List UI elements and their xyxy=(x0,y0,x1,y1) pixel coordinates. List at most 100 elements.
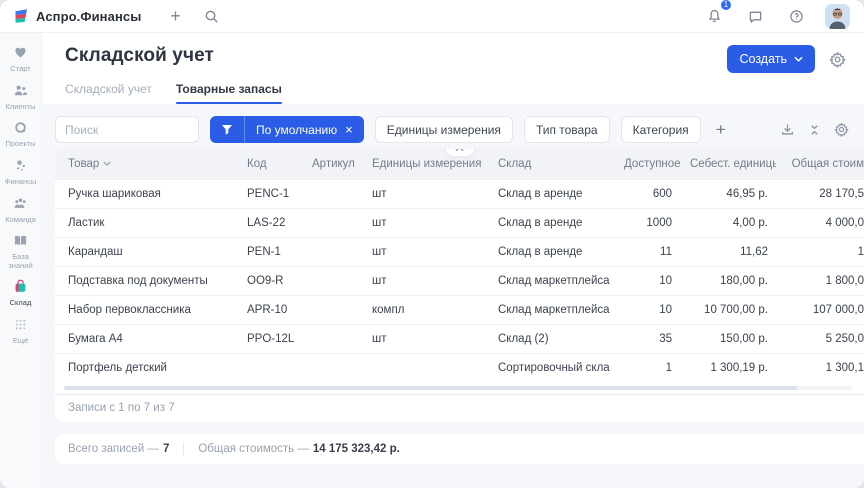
sidebar-item-clients[interactable]: Клиенты xyxy=(1,83,41,112)
cell-warehouse: Склад маркетплейса xyxy=(488,295,614,324)
cell-total: 5 250,0 xyxy=(776,324,864,353)
heart-icon xyxy=(13,45,28,63)
chevron-down-icon xyxy=(794,56,803,62)
cell-total: 4 000,0 xyxy=(776,208,864,237)
cell-qty: 1 xyxy=(614,353,680,382)
table-row[interactable]: Подставка под документыOO9-RштСклад марк… xyxy=(55,266,864,295)
cell-total: 1 800,0 xyxy=(776,266,864,295)
cell-warehouse: Склад (2) xyxy=(488,324,614,353)
cell-unit: шт xyxy=(362,324,488,353)
filter-product-type-button[interactable]: Тип товара xyxy=(524,116,610,143)
cell-warehouse: Склад в аренде xyxy=(488,179,614,208)
cell-unit-cost: 150,00 р. xyxy=(680,324,776,353)
column-header-code[interactable]: Код xyxy=(237,149,302,179)
content-area: По умолчанию × Единицы измерения Тип тов… xyxy=(42,104,864,488)
page-header: Складской учет Создать Складской учет То… xyxy=(42,33,864,104)
column-header-product[interactable]: Товар xyxy=(55,149,237,179)
add-icon[interactable]: + xyxy=(163,4,187,28)
column-header-unit-cost[interactable]: Себест. единицы xyxy=(680,149,776,179)
dots-grid-icon xyxy=(13,317,28,335)
cell-product: Карандаш xyxy=(55,237,237,266)
notifications-bell-icon[interactable]: 1 xyxy=(702,4,726,28)
brand[interactable]: Аспро.Финансы xyxy=(14,8,141,24)
cell-unit-cost: 4,00 р. xyxy=(680,208,776,237)
table-row[interactable]: Портфель детскийСортировочный скла11 300… xyxy=(55,353,864,382)
scrollbar-thumb[interactable] xyxy=(64,386,797,390)
cell-code: APR-10 xyxy=(237,295,302,324)
table-row[interactable]: КарандашPEN-1штСклад в аренде1111,621 xyxy=(55,237,864,266)
cell-article xyxy=(302,295,362,324)
sidebar-item-start[interactable]: Старт xyxy=(1,45,41,74)
cell-article xyxy=(302,266,362,295)
cell-code: PENC-1 xyxy=(237,179,302,208)
cell-total: 107 000,0 xyxy=(776,295,864,324)
cell-product: Набор первоклассника xyxy=(55,295,237,324)
cell-warehouse: Склад в аренде xyxy=(488,208,614,237)
column-header-article[interactable]: Артикул xyxy=(302,149,362,179)
collapse-rows-icon[interactable] xyxy=(806,121,823,139)
total-records-label: Всего записей — xyxy=(68,443,159,455)
column-header-warehouse[interactable]: Склад xyxy=(488,149,614,179)
cell-code xyxy=(237,353,302,382)
sidebar-item-finance[interactable]: Финансы xyxy=(1,158,41,187)
app-window: Аспро.Финансы + 1 Старт xyxy=(0,0,864,488)
table-row[interactable]: Бумага А4PPO-12LштСклад (2)35150,00 р.5 … xyxy=(55,324,864,353)
user-avatar[interactable] xyxy=(825,4,850,29)
total-cost-label: Общая стоимость — xyxy=(198,443,309,455)
funnel-icon[interactable] xyxy=(210,116,245,143)
sidebar-item-team[interactable]: Команда xyxy=(1,196,41,225)
export-download-icon[interactable] xyxy=(778,120,797,139)
brand-name: Аспро.Финансы xyxy=(36,9,141,24)
help-icon[interactable] xyxy=(784,4,808,28)
filter-category-button[interactable]: Категория xyxy=(621,116,701,143)
chat-icon[interactable] xyxy=(743,4,767,28)
search-input[interactable] xyxy=(55,116,199,143)
cell-total: 1 xyxy=(776,237,864,266)
clients-icon xyxy=(13,83,28,101)
column-header-available-qty[interactable]: Доступное кол-во xyxy=(614,149,680,179)
table-settings-gear-icon[interactable] xyxy=(832,120,851,139)
remove-filter-icon[interactable]: × xyxy=(345,123,353,136)
projects-icon xyxy=(13,120,28,138)
team-icon xyxy=(13,196,28,214)
table-row[interactable]: Набор первоклассникаAPR-10 комплСклад мар… xyxy=(55,295,864,324)
brand-logo-icon xyxy=(14,8,30,24)
sidebar: Старт Клиенты Проекты Финансы Команда Ба… xyxy=(0,33,42,488)
filter-bar: По умолчанию × Единицы измерения Тип тов… xyxy=(55,116,864,143)
table-row[interactable]: ЛастикLAS-22штСклад в аренде10004,00 р.4… xyxy=(55,208,864,237)
cell-article xyxy=(302,179,362,208)
create-button[interactable]: Создать xyxy=(727,45,815,73)
sidebar-item-more[interactable]: Ещё xyxy=(1,317,41,346)
summary-bar: Всего записей — 7 Общая стоимость — 14 1… xyxy=(55,434,864,464)
cell-product: Портфель детский xyxy=(55,353,237,382)
table-scroll-region[interactable]: Товар Код Артикул Единицы измерения Скла… xyxy=(55,149,864,382)
page-settings-gear-icon[interactable] xyxy=(829,51,846,68)
cell-product: Подставка под документы xyxy=(55,266,237,295)
inventory-table-card: Товар Код Артикул Единицы измерения Скла… xyxy=(55,149,864,422)
active-filter-label: По умолчанию xyxy=(256,123,337,137)
cell-product: Ручка шариковая xyxy=(55,179,237,208)
collapse-panel-icon[interactable] xyxy=(445,149,475,157)
cell-unit: компл xyxy=(362,295,488,324)
cell-qty: 10 xyxy=(614,266,680,295)
cell-code: LAS-22 xyxy=(237,208,302,237)
table-row[interactable]: Ручка шариковаяPENC-1штСклад в аренде600… xyxy=(55,179,864,208)
cell-qty: 11 xyxy=(614,237,680,266)
tab-inventory[interactable]: Товарные запасы xyxy=(176,82,282,104)
column-header-total-cost[interactable]: Общая стоим xyxy=(776,149,864,179)
add-filter-button[interactable]: + xyxy=(714,120,728,140)
cell-article xyxy=(302,353,362,382)
tab-warehouse-accounting[interactable]: Складской учет xyxy=(65,82,152,104)
horizontal-scrollbar[interactable] xyxy=(64,386,852,390)
search-icon[interactable] xyxy=(199,4,223,28)
records-info: Записи с 1 по 7 из 7 xyxy=(55,394,864,422)
cell-unit: шт xyxy=(362,208,488,237)
sidebar-item-knowledge-base[interactable]: База знаний xyxy=(1,233,41,270)
top-bar: Аспро.Финансы + 1 xyxy=(0,0,864,33)
page-title: Складской учет xyxy=(65,45,214,67)
sidebar-item-projects[interactable]: Проекты xyxy=(1,120,41,149)
filter-units-button[interactable]: Единицы измерения xyxy=(375,116,513,143)
active-filter-chip[interactable]: По умолчанию × xyxy=(210,116,364,143)
cell-product: Ластик xyxy=(55,208,237,237)
sidebar-item-warehouse[interactable]: Склад xyxy=(1,279,41,308)
